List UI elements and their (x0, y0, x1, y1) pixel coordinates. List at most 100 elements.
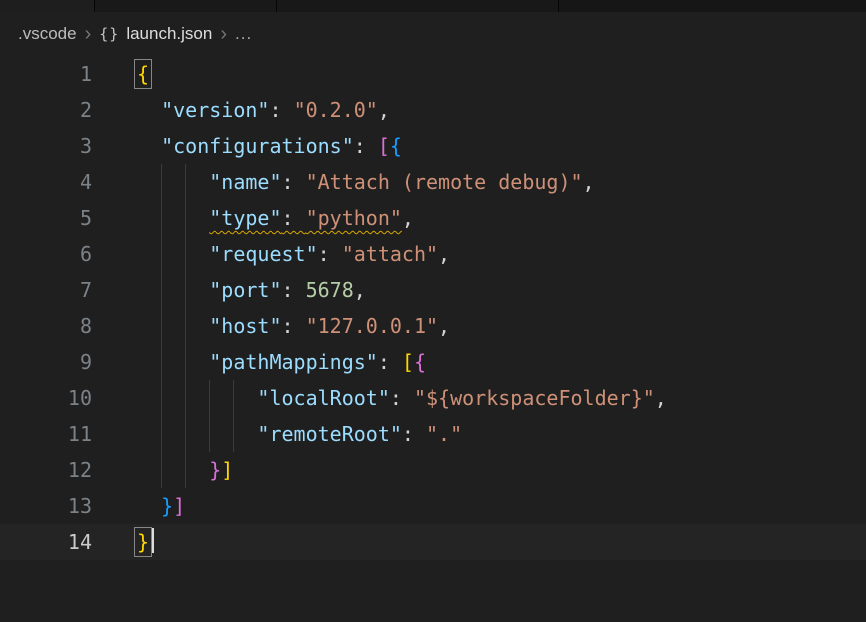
code-token: } (161, 494, 173, 518)
code-token (137, 350, 209, 374)
indent-guide (209, 416, 210, 452)
code-line[interactable]: 7 "port": 5678, (0, 272, 866, 308)
code-line[interactable]: 8 "host": "127.0.0.1", (0, 308, 866, 344)
code-token (137, 278, 209, 302)
code-token: "attach" (342, 242, 438, 266)
code-token (137, 242, 209, 266)
vscode-editor-window: .vscode › {} launch.json › ... 1{2 "vers… (0, 0, 866, 622)
line-number: 5 (0, 200, 92, 236)
line-number: 12 (0, 452, 92, 488)
line-number: 11 (0, 416, 92, 452)
code-token: : (282, 278, 306, 302)
chevron-right-icon: › (85, 24, 92, 44)
breadcrumb-symbol-ellipsis[interactable]: ... (235, 24, 252, 44)
code-token: "127.0.0.1" (306, 314, 438, 338)
code-token: "name" (209, 170, 281, 194)
code-token: , (438, 314, 450, 338)
tab-edge-segment (95, 0, 277, 12)
code-token: { (390, 134, 402, 158)
code-line[interactable]: 2 "version": "0.2.0", (0, 92, 866, 128)
indent-guide (161, 236, 162, 272)
code-token: "port" (209, 278, 281, 302)
indent-guide (185, 380, 186, 416)
indent-guide (161, 164, 162, 200)
code-token (137, 494, 161, 518)
line-number: 10 (0, 380, 92, 416)
code-token: ] (173, 494, 185, 518)
code-token: [ (378, 134, 390, 158)
code-token: : (282, 206, 306, 230)
code-token: "localRoot" (257, 386, 389, 410)
code-token: : (269, 98, 293, 122)
code-line[interactable]: 6 "request": "attach", (0, 236, 866, 272)
tab-bar-edge (0, 0, 866, 12)
matched-bracket: } (137, 530, 149, 554)
breadcrumb-folder[interactable]: .vscode (18, 24, 77, 44)
code-line-content: { (92, 56, 866, 92)
line-number: 13 (0, 488, 92, 524)
code-token: [ (402, 350, 414, 374)
code-token (137, 422, 257, 446)
code-line[interactable]: 1{ (0, 56, 866, 92)
line-number: 1 (0, 56, 92, 92)
code-token: , (583, 170, 595, 194)
indent-guide (185, 416, 186, 452)
code-token (137, 98, 161, 122)
code-token: "type" (209, 206, 281, 230)
code-line[interactable]: 5 "type": "python", (0, 200, 866, 236)
code-token: "version" (161, 98, 269, 122)
indent-guide (185, 308, 186, 344)
code-line-content: } (92, 524, 866, 560)
line-number: 7 (0, 272, 92, 308)
code-token (137, 314, 209, 338)
code-line[interactable]: 14} (0, 524, 866, 560)
indent-guide (185, 272, 186, 308)
text-cursor (152, 528, 154, 553)
code-token: "${workspaceFolder}" (414, 386, 655, 410)
code-token: , (402, 206, 414, 230)
code-token: "python" (306, 206, 402, 230)
indent-guide (233, 416, 234, 452)
code-line[interactable]: 4 "name": "Attach (remote debug)", (0, 164, 866, 200)
code-token: : (318, 242, 342, 266)
code-line[interactable]: 9 "pathMappings": [{ (0, 344, 866, 380)
code-token: : (282, 170, 306, 194)
code-token (137, 170, 209, 194)
matched-bracket: { (137, 62, 149, 86)
indent-guide (161, 308, 162, 344)
indent-guide (161, 452, 162, 488)
code-token: "pathMappings" (209, 350, 378, 374)
code-line[interactable]: 11 "remoteRoot": "." (0, 416, 866, 452)
code-token (137, 386, 257, 410)
line-number: 3 (0, 128, 92, 164)
code-line-content: "version": "0.2.0", (92, 92, 866, 128)
code-token: "host" (209, 314, 281, 338)
indent-guide (185, 452, 186, 488)
code-line-content: }] (92, 452, 866, 488)
line-number: 2 (0, 92, 92, 128)
line-number: 8 (0, 308, 92, 344)
code-line[interactable]: 12 }] (0, 452, 866, 488)
tab-edge-segment (277, 0, 559, 12)
code-token: "remoteRoot" (257, 422, 402, 446)
code-token: 5678 (306, 278, 354, 302)
indent-guide (209, 380, 210, 416)
code-token: "request" (209, 242, 317, 266)
indent-guide (185, 344, 186, 380)
code-token: "configurations" (161, 134, 354, 158)
code-line[interactable]: 13 }] (0, 488, 866, 524)
indent-guide (185, 164, 186, 200)
code-token: } (209, 458, 221, 482)
code-line-content: "host": "127.0.0.1", (92, 308, 866, 344)
line-number: 6 (0, 236, 92, 272)
code-line[interactable]: 3 "configurations": [{ (0, 128, 866, 164)
code-token: , (354, 278, 366, 302)
code-editor[interactable]: 1{2 "version": "0.2.0",3 "configurations… (0, 56, 866, 560)
code-line-content: "localRoot": "${workspaceFolder}", (92, 380, 866, 416)
code-line[interactable]: 10 "localRoot": "${workspaceFolder}", (0, 380, 866, 416)
indent-guide (161, 380, 162, 416)
code-token: : (402, 422, 426, 446)
line-number: 14 (0, 524, 92, 560)
breadcrumb-file[interactable]: launch.json (126, 24, 212, 44)
code-line-content: "configurations": [{ (92, 128, 866, 164)
